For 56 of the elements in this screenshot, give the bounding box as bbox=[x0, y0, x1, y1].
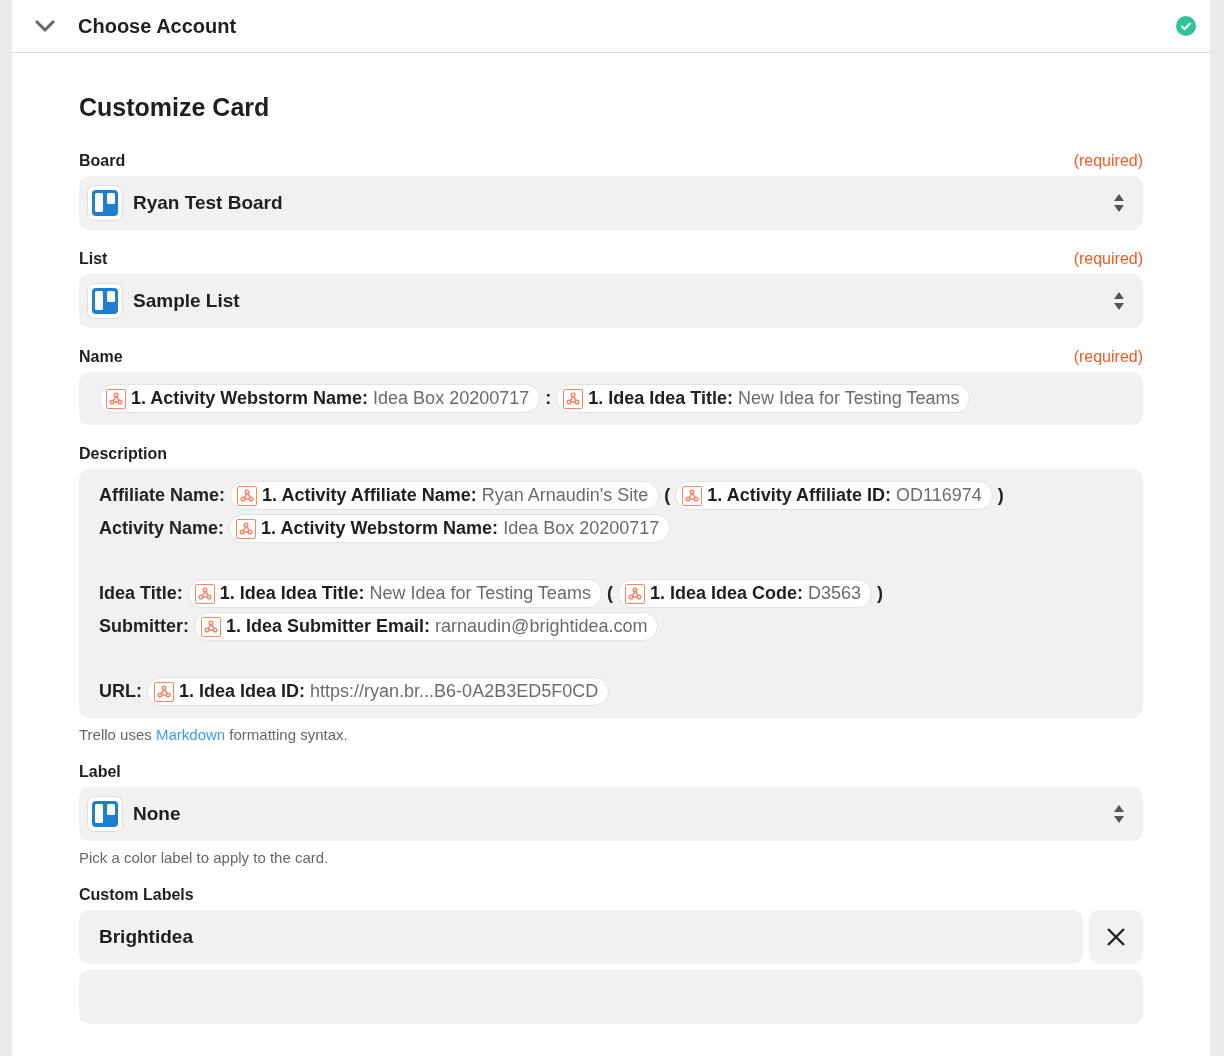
board-app-icon bbox=[87, 185, 123, 221]
select-field[interactable]: None bbox=[79, 787, 1143, 841]
field-label: Description bbox=[79, 445, 167, 463]
webhook-icon bbox=[194, 583, 215, 604]
required-note: (required) bbox=[1073, 348, 1143, 366]
field-token[interactable]: 1. Idea Idea ID: https://ryan.br...B6-0A2B3ED5F0CD bbox=[147, 677, 610, 706]
field-token[interactable]: 1. Idea Submitter Email: rarnaudin@brightidea.com bbox=[194, 612, 659, 641]
select-field[interactable]: Sample List bbox=[79, 274, 1143, 328]
section-title: Customize Card bbox=[79, 93, 271, 122]
field-label: Name bbox=[79, 348, 123, 366]
webhook-icon bbox=[236, 518, 257, 539]
board-app-icon bbox=[87, 283, 123, 319]
required-note: (required) bbox=[1073, 250, 1143, 268]
sort-arrows-icon bbox=[1113, 291, 1125, 311]
webhook-icon bbox=[624, 583, 645, 604]
field-token[interactable]: 1. Activity Affiliate Name: Ryan Arnaudin's Site bbox=[230, 481, 660, 510]
description-text: Submitter: bbox=[99, 616, 189, 637]
description-text: Affiliate Name: bbox=[99, 485, 226, 506]
webhook-icon bbox=[563, 388, 584, 409]
field-token[interactable]: 1. Idea Idea Code: D3563 bbox=[617, 579, 872, 608]
remove-button[interactable] bbox=[1089, 910, 1143, 964]
field-label: List bbox=[79, 250, 108, 268]
description-text: : bbox=[545, 388, 552, 409]
select-field[interactable]: Ryan Test Board bbox=[79, 176, 1143, 230]
help-text: Trello uses Markdown formatting syntax. bbox=[79, 726, 349, 743]
description-text: ( bbox=[664, 485, 671, 506]
field-token[interactable]: 1. Idea Idea Title: New Idea for Testing Teams bbox=[187, 579, 602, 608]
description-text: ) bbox=[877, 583, 883, 604]
required-note: (required) bbox=[1073, 152, 1143, 170]
sort-arrows-icon bbox=[1113, 193, 1125, 213]
text-field[interactable]: Brightidea bbox=[79, 910, 1083, 964]
sort-arrows-icon bbox=[1113, 804, 1125, 824]
webhook-icon bbox=[682, 485, 703, 506]
help-text: Pick a color label to apply to the card. bbox=[79, 849, 330, 866]
field-label: Board bbox=[79, 152, 126, 170]
webhook-icon bbox=[154, 681, 174, 702]
field-label: Label bbox=[79, 763, 121, 781]
description-text: Activity Name: bbox=[99, 518, 225, 539]
field-token[interactable]: 1. Activity Affiliate ID: OD116974 bbox=[675, 481, 993, 510]
field-label: Custom Labels bbox=[79, 886, 194, 904]
step-title: Choose Account bbox=[78, 14, 238, 38]
field-token[interactable]: 1. Activity Webstorm Name: Idea Box 20200717 bbox=[99, 384, 541, 413]
description-text: ( bbox=[606, 583, 613, 604]
token-input-field[interactable] bbox=[79, 469, 1143, 718]
description-text: ) bbox=[997, 485, 1004, 506]
field-token[interactable]: 1. Idea Idea Title: New Idea for Testing Teams bbox=[556, 384, 971, 413]
close-icon bbox=[1106, 927, 1126, 947]
description-text: URL: bbox=[99, 681, 142, 702]
field-token[interactable]: 1. Activity Webstorm Name: Idea Box 20200717 bbox=[229, 514, 671, 543]
chevron-down-icon[interactable] bbox=[34, 19, 56, 33]
description-text: Idea Title: bbox=[99, 583, 183, 604]
webhook-icon bbox=[237, 485, 258, 506]
webhook-icon bbox=[201, 616, 221, 637]
webhook-icon bbox=[106, 388, 126, 409]
board-app-icon bbox=[87, 796, 123, 832]
token-input-field[interactable]: 1. Activity Webstorm Name: Idea Box 20200717 : 1. Idea Idea Title: New Idea for Testing Teams bbox=[79, 372, 1143, 425]
